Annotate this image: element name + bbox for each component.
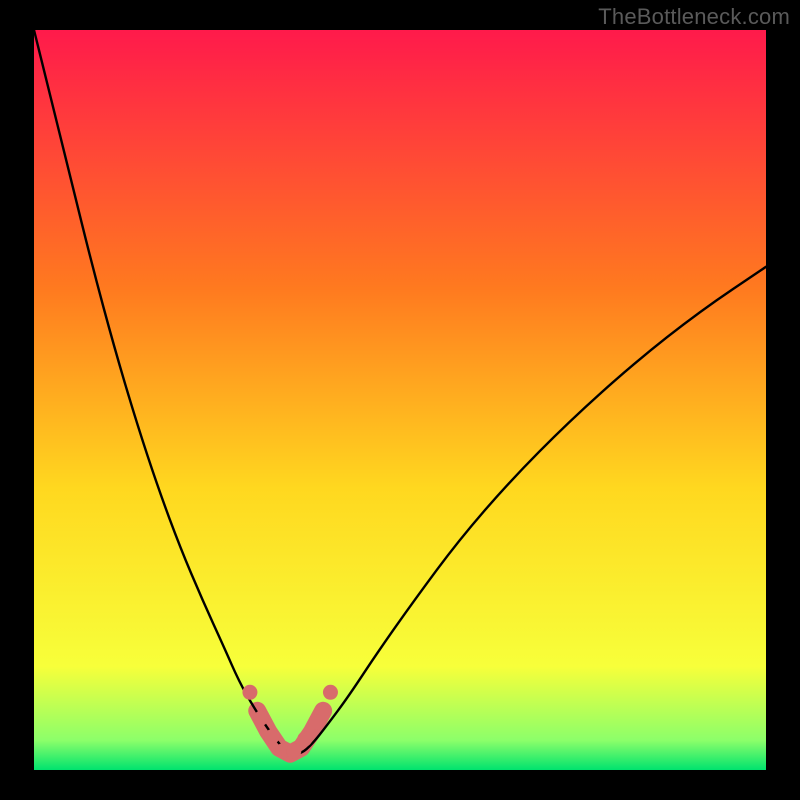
marker-dot bbox=[297, 731, 312, 746]
marker-dot bbox=[286, 743, 301, 758]
plot-area bbox=[34, 30, 766, 770]
watermark-text: TheBottleneck.com bbox=[598, 4, 790, 30]
marker-dot bbox=[323, 685, 338, 700]
gradient-background bbox=[34, 30, 766, 770]
marker-dot bbox=[308, 714, 323, 729]
marker-dot bbox=[242, 685, 257, 700]
chart-frame: TheBottleneck.com bbox=[0, 0, 800, 800]
marker-dot bbox=[264, 729, 279, 744]
marker-dot bbox=[253, 711, 268, 726]
chart-svg bbox=[34, 30, 766, 770]
